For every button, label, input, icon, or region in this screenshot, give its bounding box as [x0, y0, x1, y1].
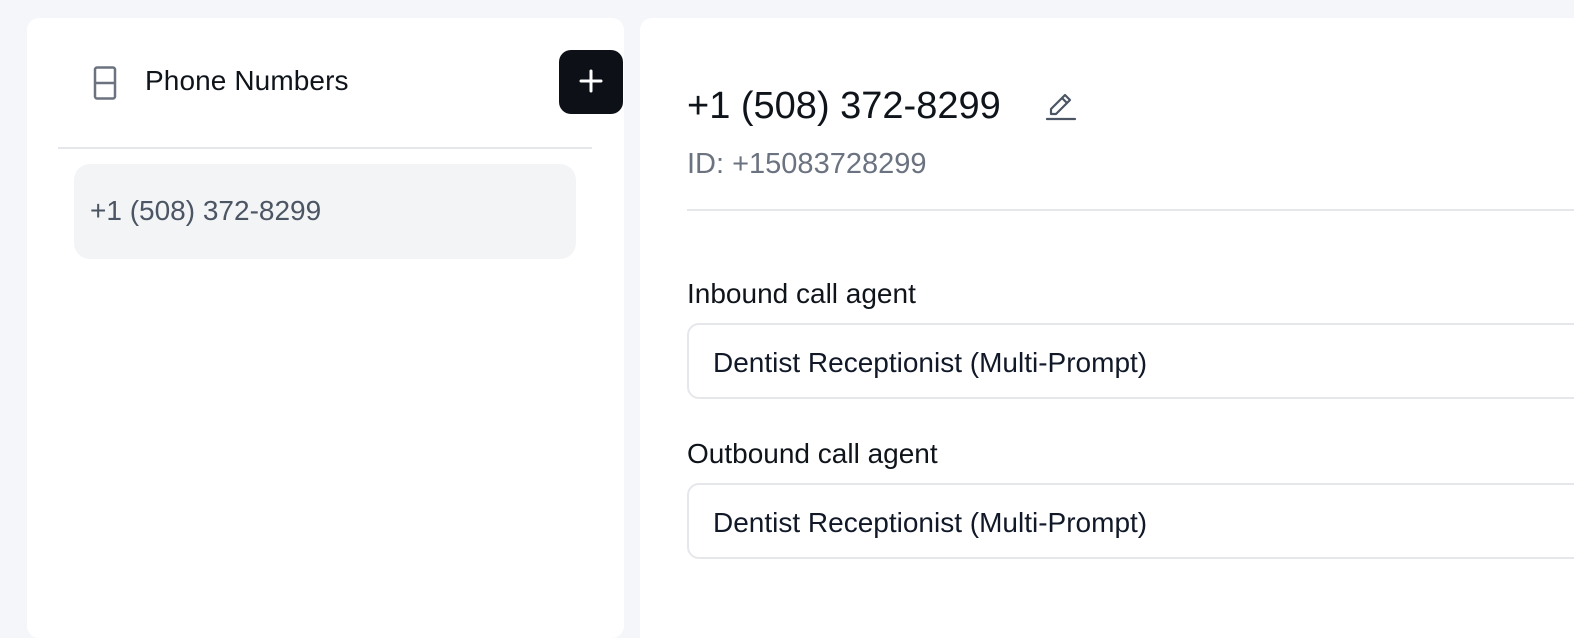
add-phone-number-button[interactable] — [559, 50, 623, 114]
pencil-icon — [1043, 93, 1079, 127]
edit-number-button[interactable] — [1043, 88, 1079, 124]
inbound-agent-label: Inbound call agent — [687, 278, 916, 309]
phone-number-list-item-label: +1 (508) 372-8299 — [90, 195, 322, 226]
sidebar-header: Phone Numbers — [58, 18, 623, 149]
outbound-agent-label: Outbound call agent — [687, 438, 938, 469]
outbound-agent-select[interactable]: Dentist Receptionist (Multi-Prompt) — [687, 483, 1574, 559]
outbound-agent-value: Dentist Receptionist (Multi-Prompt) — [713, 507, 1148, 538]
inbound-agent-select[interactable]: Dentist Receptionist (Multi-Prompt) — [687, 323, 1574, 399]
phone-number-title: +1 (508) 372-8299 — [687, 85, 1001, 127]
divider — [687, 209, 1574, 211]
phone-number-list-item[interactable]: +1 (508) 372-8299 — [74, 164, 576, 259]
plus-icon — [579, 69, 603, 96]
inbound-agent-value: Dentist Receptionist (Multi-Prompt) — [713, 347, 1148, 378]
phone-numbers-sidebar: Phone Numbers +1 (508) 372-8299 — [27, 18, 624, 638]
phone-icon — [93, 66, 117, 100]
sidebar-title: Phone Numbers — [145, 65, 349, 96]
phone-number-id: ID: +15083728299 — [687, 148, 927, 180]
phone-number-detail-panel: +1 (508) 372-8299 ID: +15083728299 Inbou… — [640, 18, 1574, 638]
